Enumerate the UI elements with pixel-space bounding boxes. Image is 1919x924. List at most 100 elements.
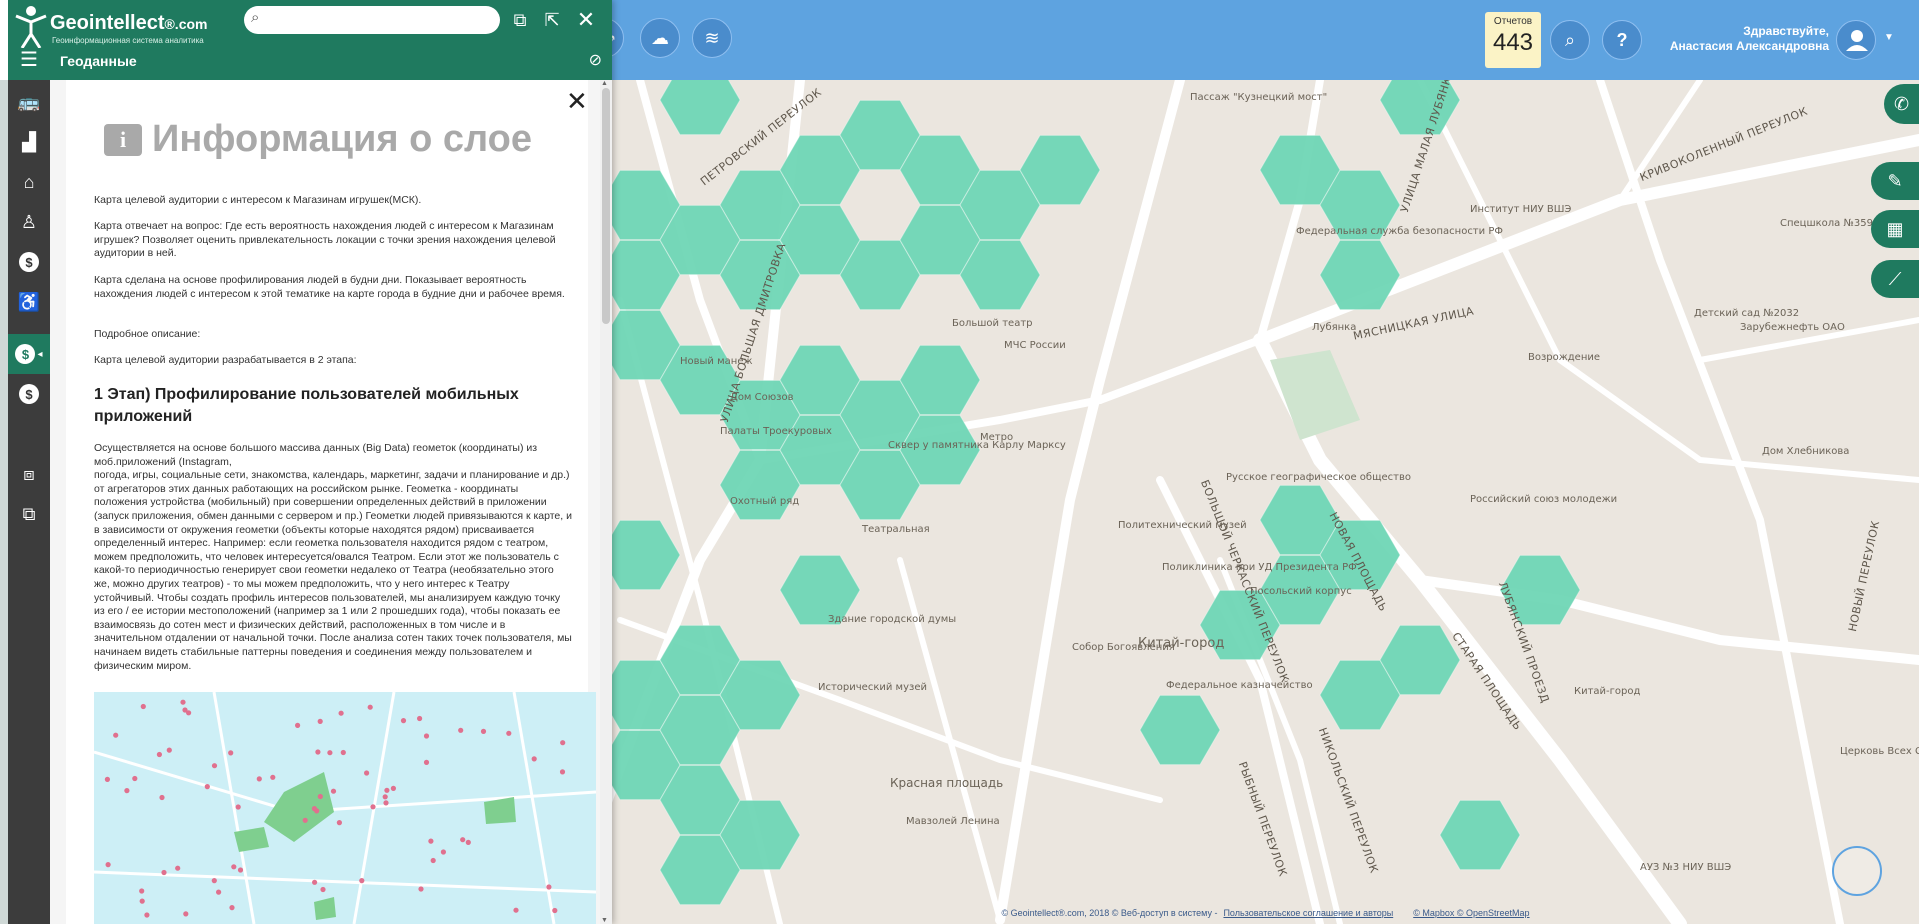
locate-button[interactable] xyxy=(1832,846,1882,896)
map-pin xyxy=(140,703,146,710)
coin-icon: $ xyxy=(19,252,39,272)
walker-icon: ♿ xyxy=(17,291,41,312)
logo[interactable]: Geointellect®.com Геоинформационная сист… xyxy=(14,4,244,48)
hex-cell[interactable] xyxy=(1439,799,1521,871)
chart-button[interactable]: ⟋ xyxy=(1871,260,1919,298)
map-pin xyxy=(256,776,262,782)
hex-cell[interactable] xyxy=(1319,239,1401,311)
layers-off-icon[interactable]: ⊘ xyxy=(589,50,602,70)
sidebar-item-demographics[interactable]: ▟ xyxy=(8,122,50,162)
map-pin xyxy=(465,839,471,845)
map-pin xyxy=(211,878,217,884)
map-pin xyxy=(228,750,234,756)
map-pin xyxy=(124,788,130,794)
sidebar-item-copy[interactable]: ⧉ xyxy=(8,494,50,534)
map-pin xyxy=(330,788,337,794)
layers-stack-button[interactable]: ⧉ xyxy=(508,8,532,32)
map-pin xyxy=(270,774,276,780)
hex-cell[interactable] xyxy=(779,554,861,626)
phone-button[interactable]: ✆ xyxy=(1884,84,1919,124)
sidebar-item-compare[interactable]: ⧈ xyxy=(8,454,50,494)
hex-cell[interactable] xyxy=(599,519,681,591)
export-button[interactable]: ⇱ xyxy=(540,8,564,32)
eraser-button[interactable]: ✎ xyxy=(1871,162,1919,200)
weather-layer-button[interactable]: ☁ xyxy=(640,18,680,58)
user-greeting[interactable]: Здравствуйте, Анастасия Александровна xyxy=(1670,24,1829,54)
sidebar-item-income[interactable]: $ xyxy=(8,242,50,282)
map-pin xyxy=(235,804,241,810)
stage-heading: 1 Этап) Профилирование пользователей моб… xyxy=(94,386,519,425)
caret-left-icon: ◂ xyxy=(37,348,43,360)
map-pin xyxy=(315,749,321,755)
chevron-down-icon[interactable]: ▼ xyxy=(1884,32,1894,43)
sidebar-item-pedestrians[interactable]: ♿ xyxy=(8,282,50,322)
map-pin xyxy=(423,733,430,739)
map-pin xyxy=(161,869,167,876)
bus-icon: 🚌 xyxy=(17,91,41,112)
terms-link[interactable]: Пользовательское соглашение и авторы xyxy=(1223,908,1393,918)
coin-icon-2: $ xyxy=(19,384,39,404)
panel-edge xyxy=(0,80,8,924)
map-pin xyxy=(417,715,423,722)
map-pin xyxy=(367,704,373,710)
close-info-button[interactable]: ✕ xyxy=(566,88,588,114)
map-pin xyxy=(370,804,376,810)
map-pin xyxy=(231,864,237,870)
search-button[interactable]: ⌕ xyxy=(1550,20,1590,60)
map-pin xyxy=(166,747,172,753)
layer-info-card: ✕ i Информация о слое Карта целевой ауди… xyxy=(66,80,596,924)
hex-cell[interactable] xyxy=(1499,554,1581,626)
scroll-down-icon[interactable]: ▼ xyxy=(601,917,608,924)
layers-compare-icon: ⧈ xyxy=(23,463,35,484)
map-pin xyxy=(180,699,186,705)
help-button[interactable]: ? xyxy=(1602,20,1642,60)
map-pin xyxy=(139,898,145,904)
map-pin xyxy=(560,740,566,746)
sidebar-item-people[interactable]: ♙ xyxy=(8,202,50,242)
map-pin xyxy=(302,817,308,823)
map-pin xyxy=(317,718,323,724)
map-pin xyxy=(364,770,370,776)
avatar[interactable] xyxy=(1836,20,1876,60)
info-title: i Информация о слое xyxy=(104,118,532,161)
panel-header: Geointellect®.com Геоинформационная сист… xyxy=(8,0,612,80)
map-pin xyxy=(159,794,165,801)
map-pin xyxy=(430,857,436,864)
layers-icon: ≋ xyxy=(704,27,720,48)
sidebar-item-transport[interactable]: 🚌 xyxy=(8,82,50,122)
map-pin xyxy=(506,730,512,736)
map-pin xyxy=(211,763,218,769)
reports-label: Отчетов xyxy=(1493,16,1533,27)
search-icon: ⌕ xyxy=(1564,29,1576,50)
search-input[interactable] xyxy=(272,10,492,30)
hamburger-icon[interactable]: ☰ xyxy=(20,50,40,70)
help-icon: ? xyxy=(1616,29,1628,50)
sidebar-icons: 🚌 ▟ ⌂ ♙ $ ♿ $ ◂ $ ⧈ ⧉ xyxy=(8,80,50,924)
map-pin xyxy=(384,787,390,793)
map-pin xyxy=(383,800,389,806)
sidebar-item-audience[interactable]: $ ◂ xyxy=(8,334,50,374)
sidebar-item-institutions[interactable]: ⌂ xyxy=(8,162,50,202)
map-pin xyxy=(312,879,318,885)
hex-cell[interactable] xyxy=(1139,694,1221,766)
user-icon xyxy=(1846,30,1868,51)
app-root: УЛИЦА БОЛЬШАЯ ДМИТРОВКА ПЕТРОВСКИЙ ПЕРЕУ… xyxy=(0,0,1919,924)
map-pin xyxy=(144,912,150,918)
scroll-thumb[interactable] xyxy=(602,88,610,324)
map-pin xyxy=(559,769,566,775)
map-pin xyxy=(139,888,145,894)
layers-compare-button[interactable]: ▦ xyxy=(1871,210,1919,248)
logo-figure-icon xyxy=(15,6,47,48)
mapbox-link[interactable]: © Mapbox © OpenStreetMap xyxy=(1413,908,1529,918)
info-scrollbar[interactable]: ▲ ▼ xyxy=(600,80,612,924)
sidebar-item-finance[interactable]: $ xyxy=(8,374,50,414)
map-pin xyxy=(237,867,244,873)
layers-stack-icon: ⧉ xyxy=(513,9,527,30)
reports-counter[interactable]: Отчетов 443 xyxy=(1485,12,1541,68)
search-box[interactable]: ⌕ xyxy=(244,6,500,34)
layers-button[interactable]: ≋ xyxy=(692,18,732,58)
map-pin xyxy=(480,728,487,734)
scroll-up-icon[interactable]: ▲ xyxy=(601,80,608,87)
close-panel-button[interactable]: ✕ xyxy=(574,7,598,32)
info-title-text: Информация о слое xyxy=(152,118,533,160)
